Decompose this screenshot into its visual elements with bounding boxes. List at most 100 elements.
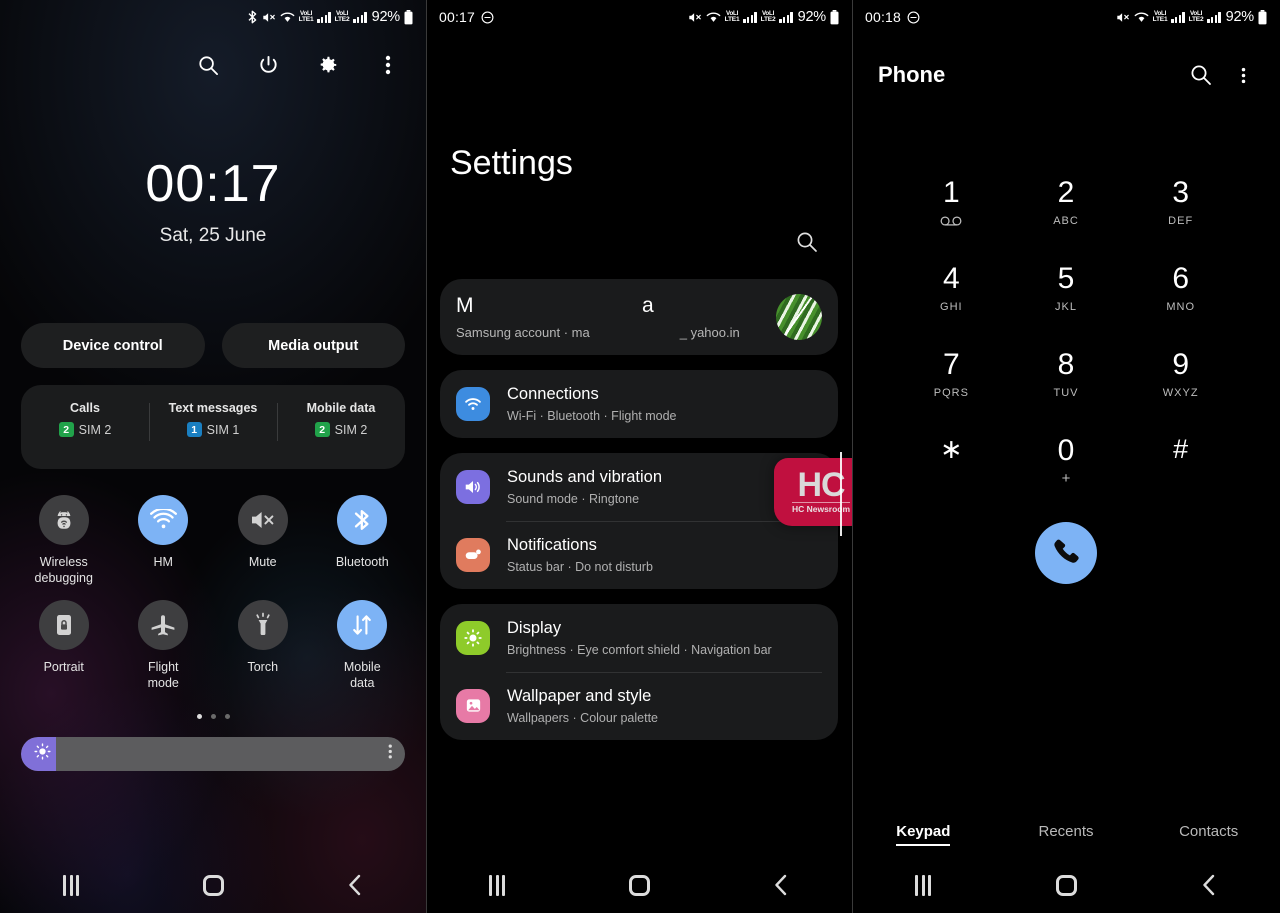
speaker-icon xyxy=(456,469,490,504)
brightness-more-options-icon[interactable] xyxy=(388,743,393,765)
dial-key-star[interactable]: ∗ xyxy=(894,436,1009,498)
account-name: Ma xyxy=(456,293,655,317)
tile-mobile-data[interactable]: Mobile data xyxy=(313,600,413,691)
dial-key-2[interactable]: 2 ABC xyxy=(1009,178,1124,240)
tile-flight-mode[interactable]: Flight mode xyxy=(114,600,214,691)
phone-tabs: Keypad Recents Contacts xyxy=(852,805,1280,857)
call-button[interactable] xyxy=(1035,522,1097,584)
sim-column-text-messages[interactable]: Text messages 1 SIM 1 xyxy=(149,401,277,441)
dial-key-5-number: 5 xyxy=(1057,262,1075,295)
dial-key-9[interactable]: 9 WXYZ xyxy=(1123,350,1238,412)
recent-apps-icon[interactable] xyxy=(0,857,142,913)
back-icon[interactable] xyxy=(284,857,426,913)
gear-icon[interactable] xyxy=(310,47,346,83)
airplane-icon xyxy=(138,600,189,651)
home-icon[interactable] xyxy=(995,857,1138,913)
brightness-slider[interactable] xyxy=(21,736,405,771)
panel-divider-2 xyxy=(852,0,853,913)
dial-key-8-number: 8 xyxy=(1057,348,1075,381)
sim-column-mobile-data[interactable]: Mobile data 2 SIM 2 xyxy=(277,401,405,441)
search-icon[interactable] xyxy=(796,231,818,258)
wifi-icon xyxy=(706,11,721,24)
mute-icon xyxy=(1116,11,1130,24)
notification-icon xyxy=(456,537,490,572)
screenshot-stage: VoLI LTE1 VoLI LTE2 92% 00:17 Sat, 25 Ju… xyxy=(0,0,1280,913)
dial-key-7[interactable]: 7 PQRS xyxy=(894,350,1009,412)
dial-key-0[interactable]: 0 + xyxy=(1009,436,1124,498)
quick-settings-actions xyxy=(0,34,426,90)
volte-sim2-icon: VoLI LTE2 xyxy=(334,9,350,23)
tab-recents-label: Recents xyxy=(1038,822,1094,840)
sim-column-calls[interactable]: Calls 2 SIM 2 xyxy=(21,401,149,437)
recent-apps-icon[interactable] xyxy=(426,857,568,913)
dial-key-6[interactable]: 6 MNO xyxy=(1123,264,1238,326)
sim-data-title: Mobile data xyxy=(306,401,376,415)
more-options-icon[interactable] xyxy=(370,47,406,83)
battery-icon xyxy=(404,9,413,25)
dial-key-9-number: 9 xyxy=(1172,348,1190,381)
clock-date: Sat, 25 June xyxy=(159,225,267,246)
tile-hm-wifi[interactable]: HM xyxy=(114,495,214,586)
tile-torch[interactable]: Torch xyxy=(213,600,313,691)
tile-wireless-debugging[interactable]: Wireless debugging xyxy=(14,495,114,586)
quick-settings-panel: VoLI LTE1 VoLI LTE2 92% 00:17 Sat, 25 Ju… xyxy=(0,0,426,913)
tile-mute-label: Mute xyxy=(248,555,277,569)
dial-key-8-letters: TUV xyxy=(1053,387,1079,399)
back-icon[interactable] xyxy=(1137,857,1280,913)
page-dot-2[interactable] xyxy=(210,713,216,719)
dial-key-5[interactable]: 5 JKL xyxy=(1009,264,1124,326)
device-control-button[interactable]: Device control xyxy=(21,323,205,368)
recent-apps-icon[interactable] xyxy=(852,857,995,913)
settings-sub-connections: Wi-Fi · Bluetooth · Flight mode xyxy=(507,408,677,423)
dial-key-3[interactable]: 3 DEF xyxy=(1123,178,1238,240)
image-icon xyxy=(456,688,490,723)
samsung-account-card[interactable]: Ma Samsung account · ma _ yahoo.in xyxy=(440,279,838,355)
settings-row-notifications[interactable]: Notifications Status bar · Do not distur… xyxy=(440,520,838,589)
dial-key-1[interactable]: 1 xyxy=(894,178,1009,240)
settings-row-connections[interactable]: Connections Wi-Fi · Bluetooth · Flight m… xyxy=(440,370,838,438)
tile-portrait-label: Portrait xyxy=(43,660,84,675)
back-icon[interactable] xyxy=(710,857,852,913)
dial-key-4[interactable]: 4 GHI xyxy=(894,264,1009,326)
tile-portrait[interactable]: Portrait xyxy=(14,600,114,691)
page-dot-1[interactable] xyxy=(196,713,202,719)
tile-mute[interactable]: Mute xyxy=(213,495,313,586)
settings-row-display[interactable]: Display Brightness · Eye comfort shield … xyxy=(440,604,838,672)
dial-key-3-number: 3 xyxy=(1172,176,1190,209)
signal-sim2-icon xyxy=(1207,11,1221,23)
search-icon[interactable] xyxy=(190,47,226,83)
dial-key-7-number: 7 xyxy=(942,348,960,381)
dial-key-8[interactable]: 8 TUV xyxy=(1009,350,1124,412)
settings-row-wallpaper-and-style[interactable]: Wallpaper and style Wallpapers · Colour … xyxy=(440,671,838,740)
clock-time: 00:17 xyxy=(145,155,281,213)
tab-keypad-label: Keypad xyxy=(896,822,951,846)
screen-rotation-lock-icon xyxy=(38,600,89,651)
dial-key-9-letters: WXYZ xyxy=(1162,387,1199,399)
tab-keypad[interactable]: Keypad xyxy=(852,822,995,846)
mute-icon xyxy=(688,11,702,24)
tab-contacts[interactable]: Contacts xyxy=(1137,823,1280,840)
home-icon[interactable] xyxy=(568,857,710,913)
phone-panel: 00:18 VoLI LTE1 VoLI LTE2 92% Phone 1 2 … xyxy=(852,0,1280,913)
search-icon[interactable] xyxy=(1184,58,1218,92)
status-clock-panel3: 00:18 xyxy=(865,9,902,25)
dial-key-4-number: 4 xyxy=(942,262,960,295)
watermark-logo: HC xyxy=(797,465,845,504)
tile-bluetooth[interactable]: Bluetooth xyxy=(313,495,413,586)
settings-sub-sounds: Sound mode · Ringtone xyxy=(507,491,640,506)
dial-key-2-letters: ABC xyxy=(1053,215,1079,227)
battery-icon xyxy=(1258,9,1267,25)
brightness-sun-icon xyxy=(34,742,51,765)
media-output-button[interactable]: Media output xyxy=(221,323,405,368)
page-dot-3[interactable] xyxy=(224,713,230,719)
dial-key-hash[interactable]: # xyxy=(1123,436,1238,498)
more-options-icon[interactable] xyxy=(1226,58,1260,92)
power-icon[interactable] xyxy=(250,47,286,83)
do-not-disturb-icon xyxy=(907,11,920,24)
dialpad: 1 2 ABC 3 DEF 4 GHI 5 JKL 6 MNO 7 PQRS 8… xyxy=(852,178,1280,498)
bluetooth-icon xyxy=(337,495,388,545)
home-icon[interactable] xyxy=(142,857,284,913)
tile-mobile-data-label: Mobile data xyxy=(343,660,381,690)
settings-title-sounds: Sounds and vibration xyxy=(507,467,663,486)
tab-recents[interactable]: Recents xyxy=(995,823,1138,840)
